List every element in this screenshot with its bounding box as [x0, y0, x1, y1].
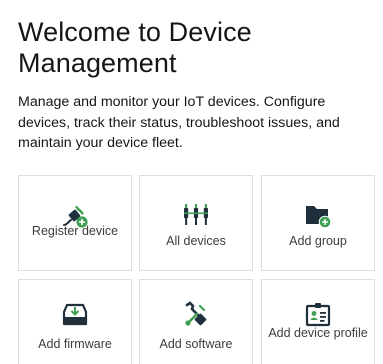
folder-add-icon: [306, 206, 332, 229]
add-software-tile[interactable]: Add software: [139, 279, 253, 364]
add-group-tile[interactable]: Add group: [261, 175, 375, 271]
add-firmware-tile[interactable]: Add firmware: [18, 279, 132, 364]
action-tiles-grid: Register device All devices Add group Ad…: [18, 175, 383, 364]
add-device-profile-label: Add device profile: [268, 326, 368, 340]
register-device-label: Register device: [31, 224, 119, 238]
all-devices-tile[interactable]: All devices: [139, 175, 253, 271]
add-device-profile-tile[interactable]: Add device profile: [261, 279, 375, 364]
page-title: Welcome to Device Management: [18, 17, 252, 78]
page-description: Manage and monitor your IoT devices. Con…: [18, 94, 340, 151]
add-firmware-label: Add firmware: [38, 337, 112, 351]
devices-icon: [184, 204, 208, 225]
register-device-tile[interactable]: Register device: [18, 175, 132, 271]
all-devices-label: All devices: [166, 234, 226, 248]
software-tools-icon: [185, 301, 207, 326]
download-tray-icon: [62, 303, 88, 326]
add-software-label: Add software: [159, 337, 233, 351]
device-management-welcome: Welcome to Device Management Manage and …: [18, 0, 383, 364]
add-group-label: Add group: [289, 234, 347, 248]
